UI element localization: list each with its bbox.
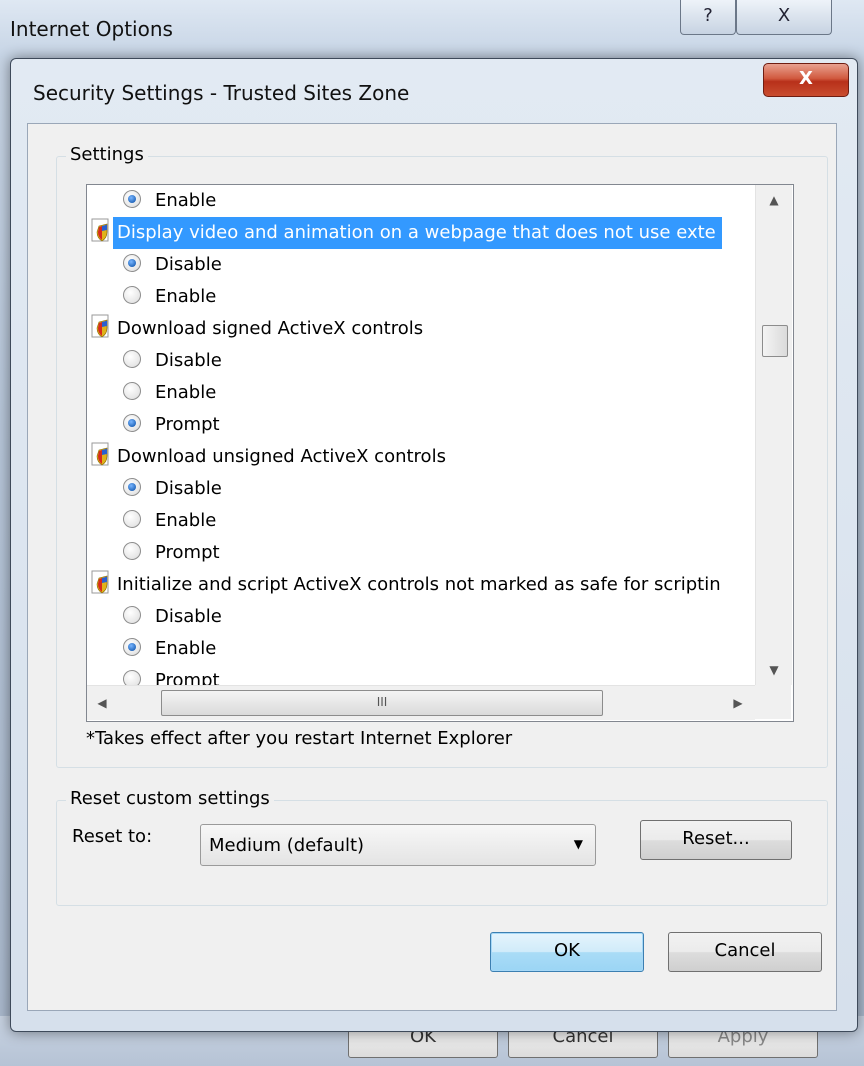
setting-option[interactable]: Disable (87, 601, 755, 633)
setting-category-label: Download unsigned ActiveX controls (117, 446, 446, 467)
radio-unchecked-icon[interactable] (123, 670, 141, 685)
reset-level-value: Medium (default) (209, 835, 365, 856)
setting-category[interactable]: Download signed ActiveX controls (87, 313, 755, 345)
setting-option[interactable]: Enable (87, 377, 755, 409)
setting-option[interactable]: Disable (87, 473, 755, 505)
horizontal-scroll-thumb[interactable]: III (161, 690, 603, 716)
setting-option-label: Enable (155, 190, 217, 211)
scroll-up-icon[interactable]: ▲ (756, 185, 792, 215)
radio-checked-icon[interactable] (123, 638, 141, 656)
setting-option-label: Enable (155, 382, 217, 403)
setting-category[interactable]: Initialize and script ActiveX controls n… (87, 569, 755, 601)
reset-button[interactable]: Reset... (640, 820, 792, 860)
radio-unchecked-icon[interactable] (123, 286, 141, 304)
parent-titlebar: Internet Options ? X (0, 0, 864, 58)
parent-window-title: Internet Options (10, 17, 173, 41)
security-shield-icon (91, 442, 113, 468)
setting-option-label: Disable (155, 350, 222, 371)
setting-option[interactable]: Prompt (87, 409, 755, 441)
horizontal-scrollbar[interactable]: ◀ III ▶ (87, 685, 755, 720)
dialog-client-area: Settings Enable Display video and animati… (27, 123, 837, 1011)
setting-option-label: Disable (155, 478, 222, 499)
setting-category[interactable]: Display video and animation on a webpage… (87, 217, 755, 249)
restart-note: *Takes effect after you restart Internet… (86, 728, 513, 749)
radio-unchecked-icon[interactable] (123, 350, 141, 368)
setting-option-label: Prompt (155, 414, 220, 435)
setting-category-label: Initialize and script ActiveX controls n… (117, 574, 721, 595)
radio-unchecked-icon[interactable] (123, 606, 141, 624)
radio-checked-icon[interactable] (123, 190, 141, 208)
setting-category[interactable]: Download unsigned ActiveX controls (87, 441, 755, 473)
reset-to-label: Reset to: (72, 826, 153, 847)
scroll-left-icon[interactable]: ◀ (87, 686, 117, 720)
setting-option-label: Prompt (155, 670, 220, 685)
settings-group-label: Settings (66, 144, 148, 165)
setting-option-label: Disable (155, 254, 222, 275)
setting-option[interactable]: Disable (87, 249, 755, 281)
security-settings-dialog: Security Settings - Trusted Sites Zone X… (10, 58, 858, 1032)
setting-option[interactable]: Enable (87, 633, 755, 665)
setting-category-label: Download signed ActiveX controls (117, 318, 424, 339)
radio-checked-icon[interactable] (123, 478, 141, 496)
radio-unchecked-icon[interactable] (123, 542, 141, 560)
setting-option[interactable]: Enable (87, 281, 755, 313)
scrollbar-corner (755, 685, 791, 719)
parent-help-button[interactable]: ? (680, 0, 736, 35)
setting-option-label: Enable (155, 638, 217, 659)
setting-option[interactable]: Prompt (87, 665, 755, 685)
scroll-down-icon[interactable]: ▼ (756, 655, 792, 685)
ok-button[interactable]: OK (490, 932, 644, 972)
setting-category-label: Display video and animation on a webpage… (113, 217, 722, 249)
cancel-button[interactable]: Cancel (668, 932, 822, 972)
scroll-right-icon[interactable]: ▶ (723, 686, 753, 720)
reset-level-select[interactable]: Medium (default) ▼ (200, 824, 596, 866)
security-shield-icon (91, 218, 113, 244)
reset-group-label: Reset custom settings (66, 788, 274, 809)
setting-option[interactable]: Disable (87, 345, 755, 377)
setting-option[interactable]: Enable (87, 505, 755, 537)
parent-close-button[interactable]: X (736, 0, 832, 35)
radio-unchecked-icon[interactable] (123, 510, 141, 528)
setting-option[interactable]: Prompt (87, 537, 755, 569)
radio-checked-icon[interactable] (123, 254, 141, 272)
radio-checked-icon[interactable] (123, 414, 141, 432)
setting-option-label: Disable (155, 606, 222, 627)
setting-option-label: Enable (155, 510, 217, 531)
dialog-title: Security Settings - Trusted Sites Zone (33, 81, 410, 105)
vertical-scroll-thumb[interactable] (762, 325, 788, 357)
settings-tree-list[interactable]: Enable Display video and animation on a w… (86, 184, 794, 722)
settings-rows: Enable Display video and animation on a w… (87, 185, 755, 685)
vertical-scrollbar[interactable]: ▲ ▼ (755, 185, 792, 685)
setting-option-label: Enable (155, 286, 217, 307)
security-shield-icon (91, 570, 113, 596)
security-shield-icon (91, 314, 113, 340)
setting-option[interactable]: Enable (87, 185, 755, 217)
chevron-down-icon: ▼ (573, 837, 583, 851)
dialog-close-button[interactable]: X (763, 63, 849, 97)
setting-option-label: Prompt (155, 542, 220, 563)
radio-unchecked-icon[interactable] (123, 382, 141, 400)
